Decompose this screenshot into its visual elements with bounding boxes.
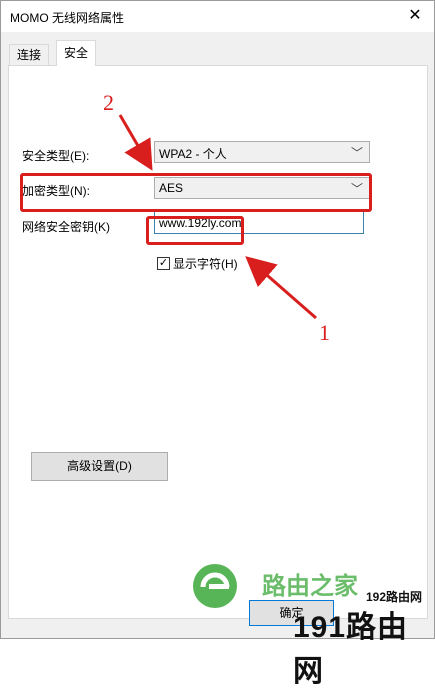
- arrow-to-key-field: [118, 114, 153, 171]
- watermark-logo-icon: [193, 564, 237, 608]
- watermark-brand: 路由之家: [262, 573, 358, 600]
- annotation-number-one: 1: [319, 320, 330, 345]
- watermark-site-large: 191路由网: [293, 611, 409, 688]
- arrow-to-checkbox: [245, 256, 317, 320]
- annotation-arrows: [118, 114, 317, 320]
- tab-security[interactable]: 安全: [56, 40, 97, 66]
- annotation-number-two: 2: [103, 90, 114, 115]
